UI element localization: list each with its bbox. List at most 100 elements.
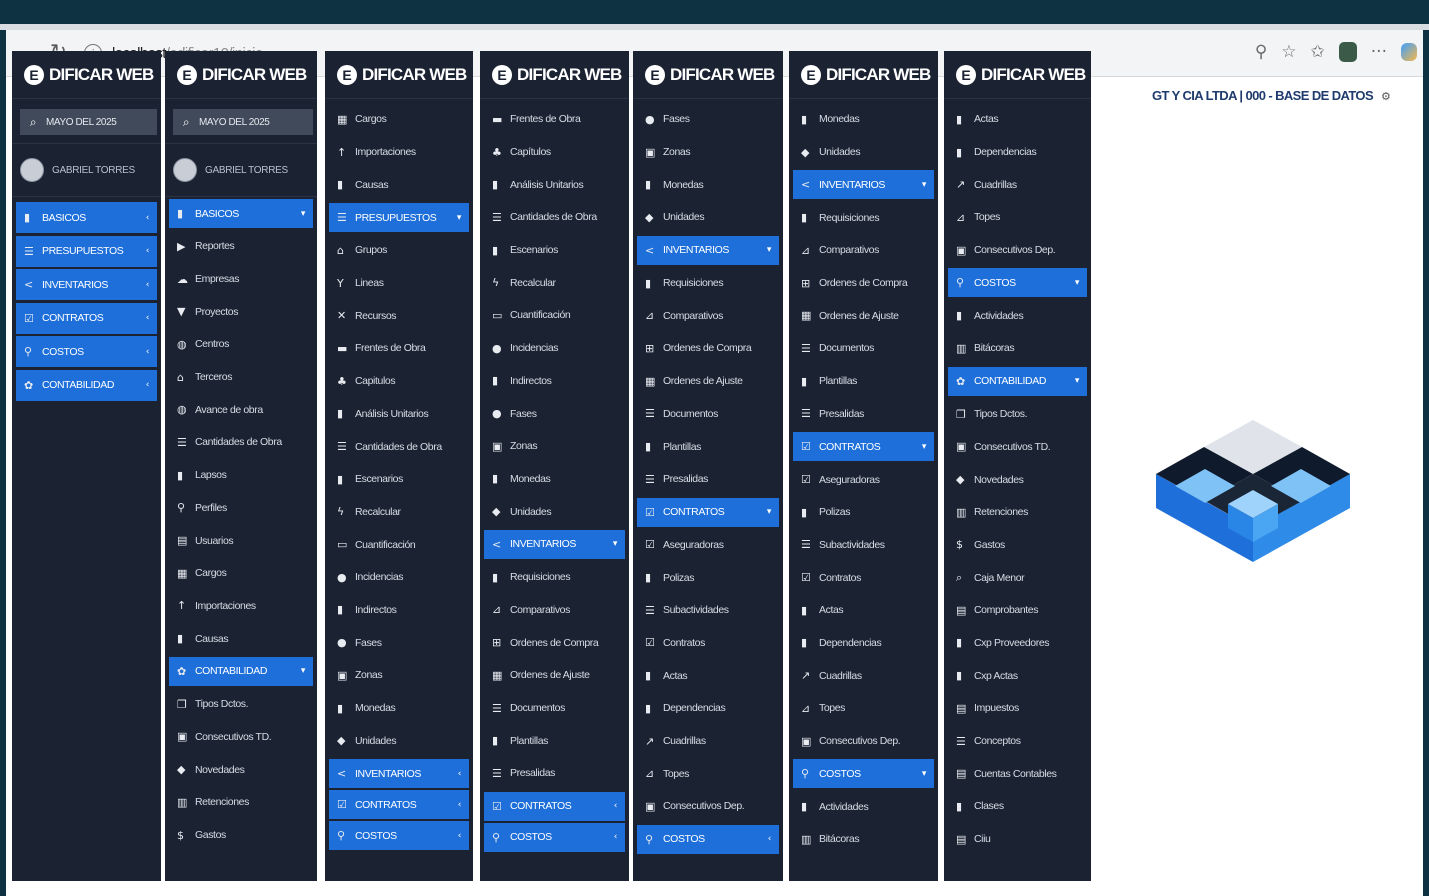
- sidebar-item-presupuestos[interactable]: ☰ PRESUPUESTOS ‹: [16, 235, 157, 267]
- sidebar-item-unidades[interactable]: ◆ Unidades: [633, 201, 783, 234]
- sidebar-item-novedades[interactable]: ◆ Novedades: [944, 463, 1091, 496]
- sidebar-item-fases[interactable]: ● Fases: [325, 626, 473, 659]
- sidebar-item-monedas[interactable]: ▮ Monedas: [480, 463, 629, 496]
- sidebar-item-conceptos[interactable]: ☰ Conceptos: [944, 725, 1091, 758]
- sidebar-item-contratos[interactable]: ☑ CONTRATOS ‹: [484, 791, 625, 821]
- sidebar-item-topes[interactable]: ⊿ Topes: [944, 201, 1091, 234]
- sidebar-item-cantidades-de-obra[interactable]: ☰ Cantidades de Obra: [165, 426, 317, 459]
- sidebar-item-lineas[interactable]: Y Lineas: [325, 267, 473, 300]
- sidebar-item-contabilidad[interactable]: ✿ CONTABILIDAD ‹: [16, 369, 157, 401]
- brand-logo[interactable]: E DIFICAR WEB: [325, 51, 473, 99]
- sidebar-item-escenarios[interactable]: ▮ Escenarios: [325, 463, 473, 496]
- sidebar-item-monedas[interactable]: ▮ Monedas: [633, 168, 783, 201]
- sidebar-item-incidencias[interactable]: ● Incidencias: [480, 332, 629, 365]
- user-profile[interactable]: GABRIEL TORRES: [165, 143, 317, 197]
- sidebar-item-ordenes-de-compra[interactable]: ⊞ Ordenes de Compra: [480, 626, 629, 659]
- sidebar-item-requisiciones[interactable]: ▮ Requisiciones: [789, 201, 938, 234]
- sidebar-item-cantidades-de-obra[interactable]: ☰ Cantidades de Obra: [325, 430, 473, 463]
- sidebar-item-basicos[interactable]: ▮ BASICOS ▾: [169, 199, 313, 228]
- sidebar-item-polizas[interactable]: ▮ Polizas: [633, 561, 783, 594]
- sidebar-item-consecutivos-dep[interactable]: ▣ Consecutivos Dep.: [944, 234, 1091, 267]
- sidebar-item-caja-menor[interactable]: ⌕ Caja Menor: [944, 561, 1091, 594]
- sidebar-item-indirectos[interactable]: ▮ Indirectos: [325, 594, 473, 627]
- brand-logo[interactable]: E DIFICAR WEB: [480, 51, 629, 99]
- sidebar-item-reportes[interactable]: ▶ Reportes: [165, 230, 317, 263]
- chevron-down-icon[interactable]: ▾: [301, 666, 306, 676]
- sidebar-item-unidades[interactable]: ◆ Unidades: [480, 495, 629, 528]
- sidebar-item-actas[interactable]: ▮ Actas: [944, 103, 1091, 136]
- sidebar-item-monedas[interactable]: ▮ Monedas: [789, 103, 938, 136]
- sidebar-item-frentes-de-obra[interactable]: ▬ Frentes de Obra: [480, 103, 629, 136]
- sidebar-item-consecutivos-td[interactable]: ▣ Consecutivos TD.: [944, 431, 1091, 464]
- sidebar-item-cxp-actas[interactable]: ▮ Cxp Actas: [944, 659, 1091, 692]
- sidebar-item-contratos[interactable]: ☑ CONTRATOS ‹: [329, 790, 469, 820]
- sidebar-item-costos[interactable]: ⚲ COSTOS ▾: [793, 759, 934, 789]
- sidebar-item-perfiles[interactable]: ⚲ Perfiles: [165, 492, 317, 525]
- sidebar-item-presalidas[interactable]: ☰ Presalidas: [480, 757, 629, 790]
- chevron-left-icon[interactable]: ‹: [614, 801, 618, 811]
- sidebar-item-unidades[interactable]: ◆ Unidades: [325, 724, 473, 757]
- sidebar-item-cuadrillas[interactable]: ↗ Cuadrillas: [789, 659, 938, 692]
- chevron-down-icon[interactable]: ▾: [922, 769, 927, 779]
- sidebar-item-importaciones[interactable]: ↑ Importaciones: [325, 136, 473, 169]
- sidebar-item-cuentas-contables[interactable]: ▤ Cuentas Contables: [944, 757, 1091, 790]
- sidebar-item-consecutivos-dep[interactable]: ▣ Consecutivos Dep.: [789, 725, 938, 758]
- chevron-down-icon[interactable]: ▾: [613, 539, 618, 549]
- sidebar-item-terceros[interactable]: ⌂ Terceros: [165, 361, 317, 394]
- more-menu-icon[interactable]: ···: [1371, 42, 1387, 62]
- zoom-icon[interactable]: ⚲: [1255, 42, 1267, 62]
- sidebar-item-actas[interactable]: ▮ Actas: [633, 659, 783, 692]
- sidebar-item-comparativos[interactable]: ⊿ Comparativos: [633, 299, 783, 332]
- sidebar-item-comparativos[interactable]: ⊿ Comparativos: [480, 594, 629, 627]
- brand-logo[interactable]: E DIFICAR WEB: [12, 51, 161, 99]
- sidebar-item-tipos-dctos[interactable]: ❐ Tipos Dctos.: [944, 398, 1091, 431]
- sidebar-item-impuestos[interactable]: ▤ Impuestos: [944, 692, 1091, 725]
- sidebar-item-basicos[interactable]: ▮ BASICOS ‹: [16, 202, 157, 233]
- sidebar-item-avance-de-obra[interactable]: ◍ Avance de obra: [165, 393, 317, 426]
- sidebar-item-lapsos[interactable]: ▮ Lapsos: [165, 459, 317, 492]
- sidebar-item-contratos[interactable]: ☑ CONTRATOS ▾: [793, 432, 934, 462]
- chevron-down-icon[interactable]: ▾: [1075, 376, 1080, 386]
- sidebar-item-inventarios[interactable]: < INVENTARIOS ‹: [329, 759, 469, 789]
- brand-logo[interactable]: E DIFICAR WEB: [165, 51, 317, 99]
- sidebar-item-requisiciones[interactable]: ▮ Requisiciones: [480, 561, 629, 594]
- chevron-down-icon[interactable]: ▾: [922, 442, 927, 452]
- favorite-star-icon[interactable]: ☆: [1281, 42, 1296, 62]
- sidebar-item-actividades[interactable]: ▮ Actividades: [944, 299, 1091, 332]
- sidebar-item-tipos-dctos[interactable]: ❐ Tipos Dctos.: [165, 688, 317, 721]
- sidebar-item-recalcular[interactable]: ϟ Recalcular: [480, 266, 629, 299]
- sidebar-item-presalidas[interactable]: ☰ Presalidas: [789, 398, 938, 431]
- sidebar-item-bitacoras[interactable]: ▥ Bitácoras: [944, 332, 1091, 365]
- sidebar-item-aseguradoras[interactable]: ☑ Aseguradoras: [633, 529, 783, 562]
- sidebar-item-gastos[interactable]: $ Gastos: [944, 529, 1091, 562]
- sidebar-item-comprobantes[interactable]: ▤ Comprobantes: [944, 594, 1091, 627]
- sidebar-item-subactividades[interactable]: ☰ Subactividades: [789, 529, 938, 562]
- sidebar-item-causas[interactable]: ▮ Causas: [165, 622, 317, 655]
- sidebar-item-centros[interactable]: ◍ Centros: [165, 328, 317, 361]
- chevron-left-icon[interactable]: ‹: [458, 769, 462, 779]
- sidebar-item-actas[interactable]: ▮ Actas: [789, 594, 938, 627]
- sidebar-item-requisiciones[interactable]: ▮ Requisiciones: [633, 267, 783, 300]
- chevron-down-icon[interactable]: ▾: [1075, 278, 1080, 288]
- sidebar-item-indirectos[interactable]: ▮ Indirectos: [480, 365, 629, 398]
- sidebar-item-dependencias[interactable]: ▮ Dependencias: [944, 136, 1091, 169]
- sidebar-item-incidencias[interactable]: ● Incidencias: [325, 561, 473, 594]
- sidebar-item-contabilidad[interactable]: ✿ CONTABILIDAD ▾: [948, 366, 1087, 396]
- chevron-left-icon[interactable]: ‹: [146, 380, 150, 390]
- brand-logo[interactable]: E DIFICAR WEB: [944, 51, 1091, 99]
- sidebar-item-causas[interactable]: ▮ Causas: [325, 168, 473, 201]
- sidebar-item-usuarios[interactable]: ▤ Usuarios: [165, 524, 317, 557]
- sidebar-item-plantillas[interactable]: ▮ Plantillas: [480, 724, 629, 757]
- sidebar-item-topes[interactable]: ⊿ Topes: [789, 692, 938, 725]
- sidebar-item-dependencias[interactable]: ▮ Dependencias: [789, 627, 938, 660]
- sidebar-item-gastos[interactable]: $ Gastos: [165, 819, 317, 852]
- sidebar-item-aseguradoras[interactable]: ☑ Aseguradoras: [789, 463, 938, 496]
- period-search[interactable]: ⌕ MAYO DEL 2025: [20, 109, 157, 135]
- search-icon[interactable]: ⌕: [173, 115, 199, 130]
- sidebar-item-zonas[interactable]: ▣ Zonas: [480, 430, 629, 463]
- sidebar-item-ciiu[interactable]: ▤ Ciiu: [944, 823, 1091, 856]
- sidebar-item-consecutivos-dep[interactable]: ▣ Consecutivos Dep.: [633, 790, 783, 823]
- search-icon[interactable]: ⌕: [20, 115, 46, 130]
- sidebar-item-costos[interactable]: ⚲ COSTOS ‹: [637, 824, 779, 854]
- sidebar-item-escenarios[interactable]: ▮ Escenarios: [480, 234, 629, 267]
